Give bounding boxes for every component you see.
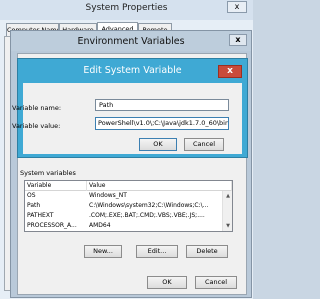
variable-name-cell: Path: [27, 202, 41, 209]
vertical-scrollbar[interactable]: ▲ ▼: [222, 191, 232, 231]
window-title: Environment Variables: [77, 36, 185, 47]
variable-name-cell: OS: [27, 192, 36, 199]
dialog-title: Edit System Variable: [83, 65, 182, 76]
new-variable-button[interactable]: New...: [84, 245, 122, 258]
table-row[interactable]: Path C:\Windows\system32;C:\Windows;C:\.…: [25, 201, 222, 211]
ok-button[interactable]: OK: [147, 276, 187, 289]
variable-name-cell: PATHEXT: [27, 212, 54, 219]
table-row[interactable]: PATHEXT .COM;.EXE;.BAT;.CMD;.VBS;.VBE;.J…: [25, 211, 222, 221]
close-icon[interactable]: x: [229, 34, 247, 46]
variable-value-cell: Windows_NT: [89, 192, 127, 199]
variable-value-cell: .COM;.EXE;.BAT;.CMD;.VBS;.VBE;.JS;....: [89, 212, 205, 219]
window-title: System Properties: [85, 3, 168, 13]
close-icon[interactable]: x: [227, 1, 247, 13]
system-variables-label: System variables: [20, 169, 76, 177]
table-header: Variable Value: [25, 181, 232, 191]
ok-button[interactable]: OK: [139, 138, 177, 151]
scroll-down-arrow-icon[interactable]: ▼: [224, 222, 232, 230]
column-header-value[interactable]: Value: [87, 181, 232, 191]
cancel-button[interactable]: Cancel: [195, 276, 237, 289]
system-properties-titlebar[interactable]: System Properties x: [0, 0, 253, 20]
table-row[interactable]: OS Windows_NT: [25, 191, 222, 201]
variable-value-input[interactable]: PowerShell\v1.0\;C:\Java\jdk1.7.0_60\bin: [95, 117, 229, 130]
close-icon[interactable]: x: [218, 65, 242, 78]
table-row[interactable]: PROCESSOR_A... AMD64: [25, 221, 222, 231]
system-variables-table: Variable Value OS Windows_NT Path C:\Win…: [24, 180, 233, 232]
variable-name-label: Variable name:: [12, 104, 62, 112]
edit-variable-button[interactable]: Edit...: [136, 245, 178, 258]
scroll-up-arrow-icon[interactable]: ▲: [224, 192, 232, 200]
variable-value-cell: C:\Windows\system32;C:\Windows;C:\...: [89, 202, 209, 209]
column-header-variable[interactable]: Variable: [25, 181, 87, 191]
variable-name-cell: PROCESSOR_A...: [27, 222, 77, 229]
variable-value-cell: AMD64: [89, 222, 111, 229]
variable-name-input[interactable]: Path: [95, 99, 229, 111]
variable-value-label: Variable value:: [12, 122, 61, 130]
cancel-button[interactable]: Cancel: [184, 138, 224, 151]
environment-variables-titlebar[interactable]: Environment Variables x: [11, 31, 251, 51]
delete-variable-button[interactable]: Delete: [186, 245, 228, 258]
